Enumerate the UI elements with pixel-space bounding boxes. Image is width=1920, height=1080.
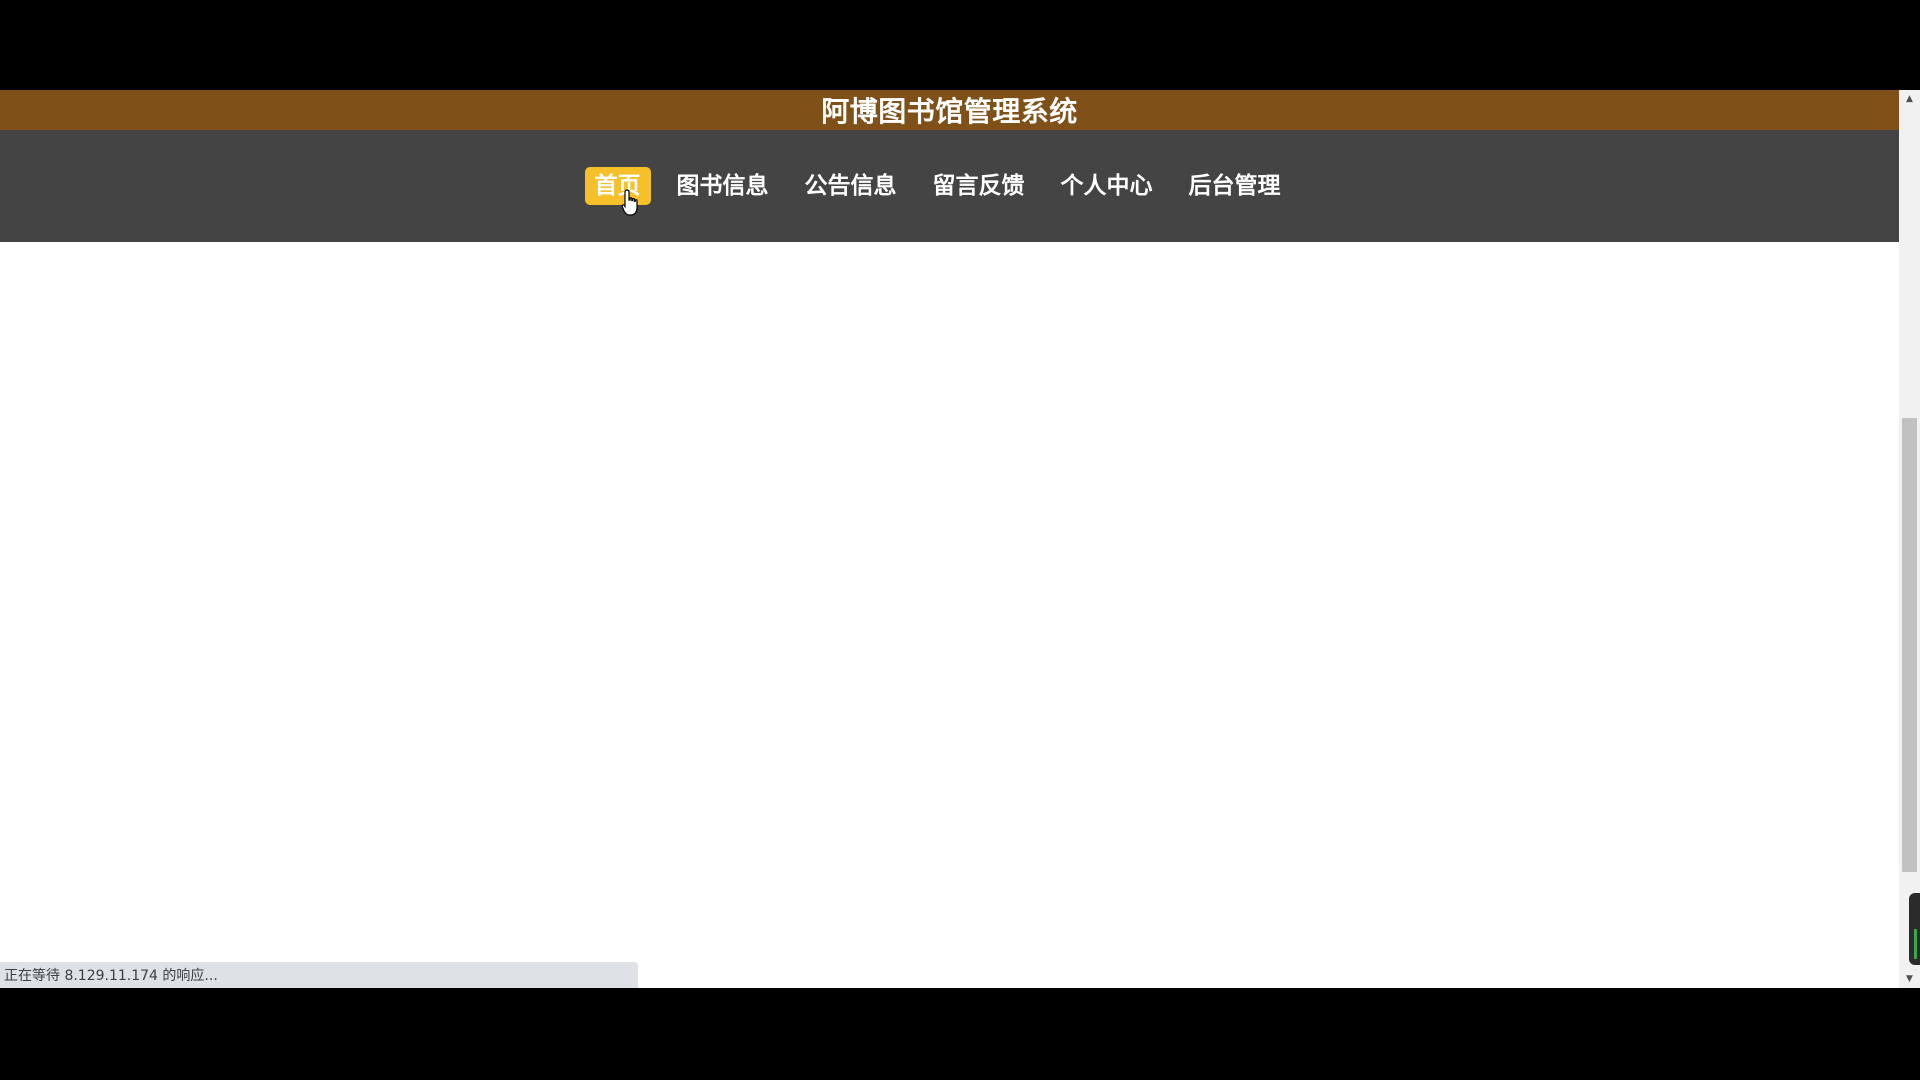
hand-pointer-icon bbox=[621, 189, 638, 216]
status-bar: 正在等待 8.129.11.174 的响应... bbox=[0, 962, 638, 988]
nav-bar: 首页 图书信息 公告信息 留言反馈 个人中心 后台管理 bbox=[0, 130, 1899, 242]
screen: 阿博图书馆管理系统 首页 图书信息 公告信息 留言反馈 个人中心 后台管理 正在… bbox=[0, 0, 1920, 1080]
nav-item-admin[interactable]: 后台管理 bbox=[1179, 167, 1291, 205]
triangle-up-icon[interactable]: ▲ bbox=[1899, 90, 1920, 108]
main-content bbox=[0, 242, 1899, 988]
site-title: 阿博图书馆管理系统 bbox=[821, 95, 1078, 128]
nav-list: 首页 图书信息 公告信息 留言反馈 个人中心 后台管理 bbox=[584, 167, 1291, 205]
browser-viewport: 阿博图书馆管理系统 首页 图书信息 公告信息 留言反馈 个人中心 后台管理 正在… bbox=[0, 90, 1920, 988]
side-widget-indicator bbox=[1914, 929, 1917, 959]
scrollbar-thumb[interactable] bbox=[1902, 418, 1917, 872]
title-bar: 阿博图书馆管理系统 bbox=[0, 90, 1899, 130]
nav-item-book-info[interactable]: 图书信息 bbox=[667, 167, 779, 205]
nav-item-announcements[interactable]: 公告信息 bbox=[795, 167, 907, 205]
nav-item-personal-center[interactable]: 个人中心 bbox=[1051, 167, 1163, 205]
status-text: 正在等待 8.129.11.174 的响应... bbox=[4, 968, 218, 984]
triangle-down-icon[interactable]: ▼ bbox=[1899, 970, 1920, 988]
nav-item-feedback[interactable]: 留言反馈 bbox=[923, 167, 1035, 205]
vertical-scrollbar[interactable]: ▲ ▼ bbox=[1899, 90, 1920, 988]
side-widget[interactable] bbox=[1909, 893, 1920, 965]
web-page: 阿博图书馆管理系统 首页 图书信息 公告信息 留言反馈 个人中心 后台管理 正在… bbox=[0, 90, 1899, 988]
